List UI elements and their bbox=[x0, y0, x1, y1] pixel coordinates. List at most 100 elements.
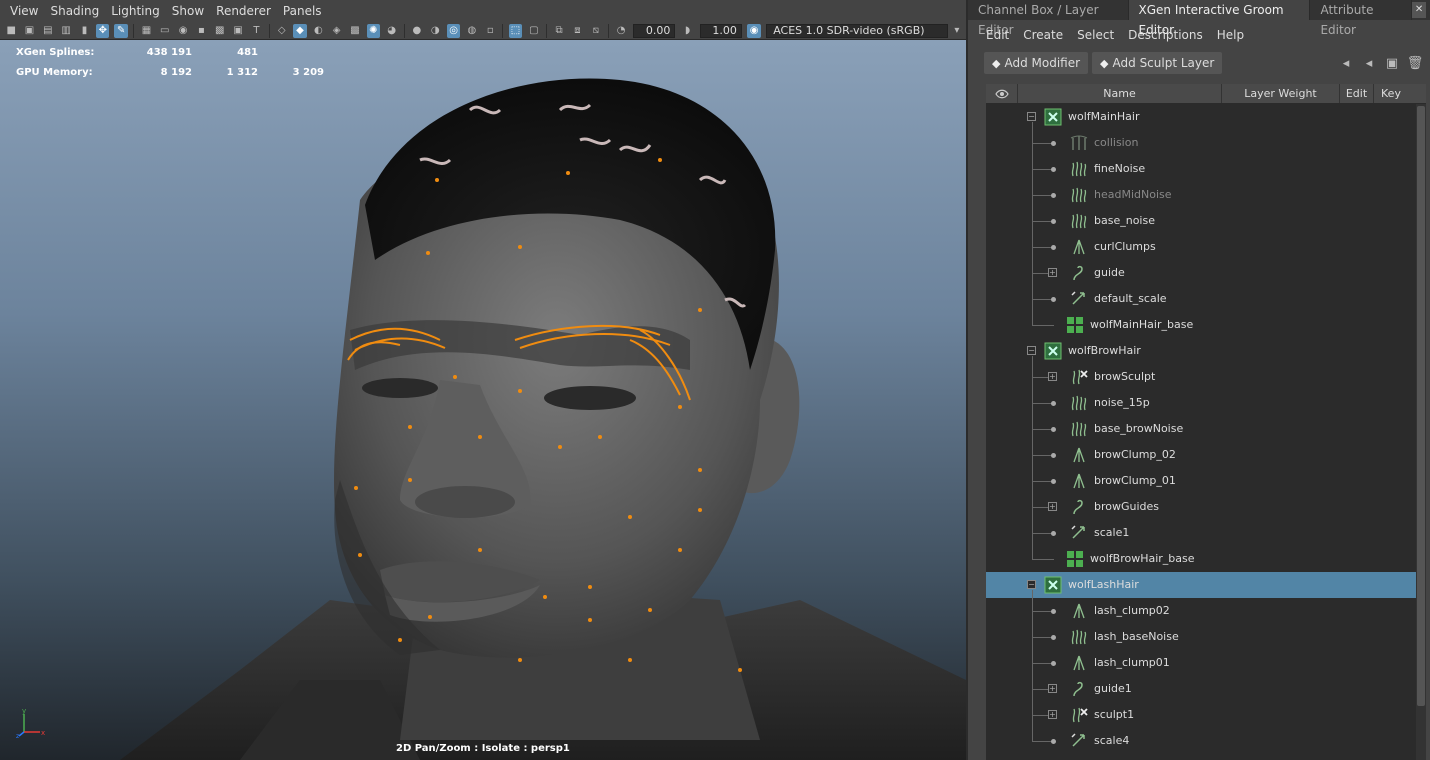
image-plane-icon[interactable]: ▥ bbox=[59, 24, 72, 38]
xray-joints-icon[interactable]: ▢ bbox=[527, 24, 540, 38]
tree-modifier-row[interactable]: + sculpt1 bbox=[986, 702, 1426, 728]
scrollbar-thumb[interactable] bbox=[1417, 106, 1425, 706]
safe-action-icon[interactable]: ▣ bbox=[231, 24, 244, 38]
depth-of-field-icon[interactable]: ▫ bbox=[484, 24, 497, 38]
menu-create[interactable]: Create bbox=[1023, 28, 1063, 42]
tree-modifier-row[interactable]: headMidNoise bbox=[986, 182, 1426, 208]
tree-description-row[interactable]: − wolfLashHair bbox=[986, 572, 1426, 598]
gamma-icon[interactable]: ◗ bbox=[681, 24, 694, 38]
move-down-icon[interactable]: ◂ bbox=[1360, 56, 1378, 71]
tree-modifier-row[interactable]: collision bbox=[986, 130, 1426, 156]
column-layer-weight[interactable]: Layer Weight bbox=[1222, 84, 1340, 103]
ambient-occlusion-icon[interactable]: ◑ bbox=[429, 24, 442, 38]
menu-panels[interactable]: Panels bbox=[283, 4, 322, 18]
anti-alias-icon[interactable]: ◍ bbox=[465, 24, 478, 38]
resolution-gate-icon[interactable]: ◉ bbox=[176, 24, 189, 38]
tree-modifier-row[interactable]: base_noise bbox=[986, 208, 1426, 234]
tree-modifier-row[interactable]: scale1 bbox=[986, 520, 1426, 546]
tree-modifier-row[interactable]: + guide bbox=[986, 260, 1426, 286]
collapse-icon[interactable]: − bbox=[1027, 346, 1036, 355]
tree-modifier-row[interactable]: lash_clump02 bbox=[986, 598, 1426, 624]
tree-modifier-row[interactable]: base_browNoise bbox=[986, 416, 1426, 442]
add-sculpt-layer-button[interactable]: ◆ Add Sculpt Layer bbox=[1092, 52, 1223, 74]
tree-modifier-row[interactable]: wolfMainHair_base bbox=[986, 312, 1426, 338]
safe-title-icon[interactable]: T bbox=[250, 24, 263, 38]
menu-show[interactable]: Show bbox=[172, 4, 204, 18]
menu-select[interactable]: Select bbox=[1077, 28, 1114, 42]
menu-descriptions[interactable]: Descriptions bbox=[1128, 28, 1203, 42]
tab-attribute-editor[interactable]: Attribute Editor bbox=[1310, 0, 1413, 37]
color-management-icon[interactable]: ◉ bbox=[747, 23, 761, 38]
tab-channel-box[interactable]: Channel Box / Layer Editor bbox=[968, 0, 1129, 37]
isolate-select-icon[interactable]: ⬚ bbox=[508, 23, 523, 38]
tree-modifier-row[interactable]: wolfBrowHair_base bbox=[986, 546, 1426, 572]
tree-description-row[interactable]: − wolfBrowHair bbox=[986, 338, 1426, 364]
tree-modifier-row[interactable]: + guide1 bbox=[986, 676, 1426, 702]
expand-icon[interactable]: + bbox=[1048, 502, 1057, 511]
menu-view[interactable]: View bbox=[10, 4, 38, 18]
tree-modifier-row[interactable]: curlClumps bbox=[986, 234, 1426, 260]
textured-icon[interactable]: ✺ bbox=[366, 23, 380, 38]
trash-icon[interactable]: 🗑 bbox=[1406, 56, 1424, 71]
grid-icon[interactable]: ▦ bbox=[140, 24, 153, 38]
expand-icon[interactable]: + bbox=[1048, 684, 1057, 693]
tree-modifier-row[interactable]: + browSculpt bbox=[986, 364, 1426, 390]
wireframe-on-shaded-icon[interactable]: ◈ bbox=[330, 24, 343, 38]
column-key[interactable]: Key bbox=[1374, 84, 1408, 103]
tree-modifier-row[interactable]: browClump_01 bbox=[986, 468, 1426, 494]
collapse-icon[interactable]: − bbox=[1027, 112, 1036, 121]
tree-modifier-row[interactable]: browClump_02 bbox=[986, 442, 1426, 468]
lighting-icon[interactable]: ◕ bbox=[385, 24, 398, 38]
collapse-icon[interactable]: − bbox=[1027, 580, 1036, 589]
tree-modifier-row[interactable]: default_scale bbox=[986, 286, 1426, 312]
expand-icon[interactable]: + bbox=[1048, 372, 1057, 381]
pin-icon[interactable]: ▮ bbox=[78, 24, 91, 38]
frame-selected-icon[interactable]: ⧈ bbox=[571, 24, 584, 38]
camera-icon[interactable]: ■ bbox=[5, 24, 18, 38]
expand-icon[interactable]: + bbox=[1048, 710, 1057, 719]
tree-modifier-row[interactable]: lash_baseNoise bbox=[986, 624, 1426, 650]
menu-edit[interactable]: Edit bbox=[986, 28, 1009, 42]
new-layer-icon[interactable]: ▣ bbox=[1383, 56, 1401, 71]
xray-icon[interactable]: ▩ bbox=[348, 24, 361, 38]
pan-zoom-icon[interactable]: ✥ bbox=[96, 23, 110, 38]
color-space-dropdown[interactable]: ACES 1.0 SDR-video (sRGB) bbox=[766, 23, 948, 38]
menu-help[interactable]: Help bbox=[1217, 28, 1244, 42]
gate-mask-icon[interactable]: ▪ bbox=[195, 24, 208, 38]
tree-scrollbar[interactable] bbox=[1416, 104, 1426, 760]
move-up-icon[interactable]: ◂ bbox=[1337, 56, 1355, 71]
column-name[interactable]: Name bbox=[1018, 84, 1222, 103]
wireframe-icon[interactable]: ◇ bbox=[275, 24, 288, 38]
film-gate-icon[interactable]: ▭ bbox=[158, 24, 171, 38]
grease-pencil-icon[interactable]: ✎ bbox=[114, 23, 128, 38]
tree-modifier-row[interactable]: noise_15p bbox=[986, 390, 1426, 416]
menu-lighting[interactable]: Lighting bbox=[111, 4, 160, 18]
tree-modifier-row[interactable]: scale4 bbox=[986, 728, 1426, 754]
menu-shading[interactable]: Shading bbox=[50, 4, 99, 18]
hud-icon[interactable]: ⧅ bbox=[589, 24, 602, 38]
default-material-icon[interactable]: ◐ bbox=[312, 24, 325, 38]
column-edit[interactable]: Edit bbox=[1340, 84, 1374, 103]
smooth-shade-icon[interactable]: ◆ bbox=[293, 23, 307, 38]
tree-modifier-row[interactable]: + browGuides bbox=[986, 494, 1426, 520]
tree-modifier-row[interactable]: lash_clump01 bbox=[986, 650, 1426, 676]
expand-icon[interactable]: + bbox=[1048, 268, 1057, 277]
menu-renderer[interactable]: Renderer bbox=[216, 4, 271, 18]
field-chart-icon[interactable]: ▩ bbox=[213, 24, 226, 38]
add-modifier-button[interactable]: ◆ Add Modifier bbox=[984, 52, 1089, 74]
chevron-down-icon[interactable]: ▾ bbox=[950, 24, 963, 38]
motion-blur-icon[interactable]: ◎ bbox=[446, 23, 461, 38]
gamma-field[interactable]: 1.00 bbox=[699, 23, 742, 38]
bookmark-icon[interactable]: ▤ bbox=[41, 24, 54, 38]
close-icon[interactable]: ✕ bbox=[1412, 2, 1427, 18]
frame-all-icon[interactable]: ⧉ bbox=[552, 24, 565, 38]
tab-xgen-groom-editor[interactable]: XGen Interactive Groom Editor bbox=[1128, 0, 1311, 37]
camera-attr-icon[interactable]: ▣ bbox=[23, 24, 36, 38]
tree-modifier-row[interactable]: fineNoise bbox=[986, 156, 1426, 182]
tree-description-row[interactable]: − wolfMainHair bbox=[986, 104, 1426, 130]
shadows-icon[interactable]: ● bbox=[410, 24, 423, 38]
exposure-field[interactable]: 0.00 bbox=[633, 23, 676, 38]
visibility-column[interactable] bbox=[986, 84, 1018, 103]
3d-viewport-scene[interactable]: XGen Splines: 438 191 481 GPU Memory: 8 … bbox=[0, 40, 966, 760]
exposure-icon[interactable]: ◔ bbox=[614, 24, 627, 38]
